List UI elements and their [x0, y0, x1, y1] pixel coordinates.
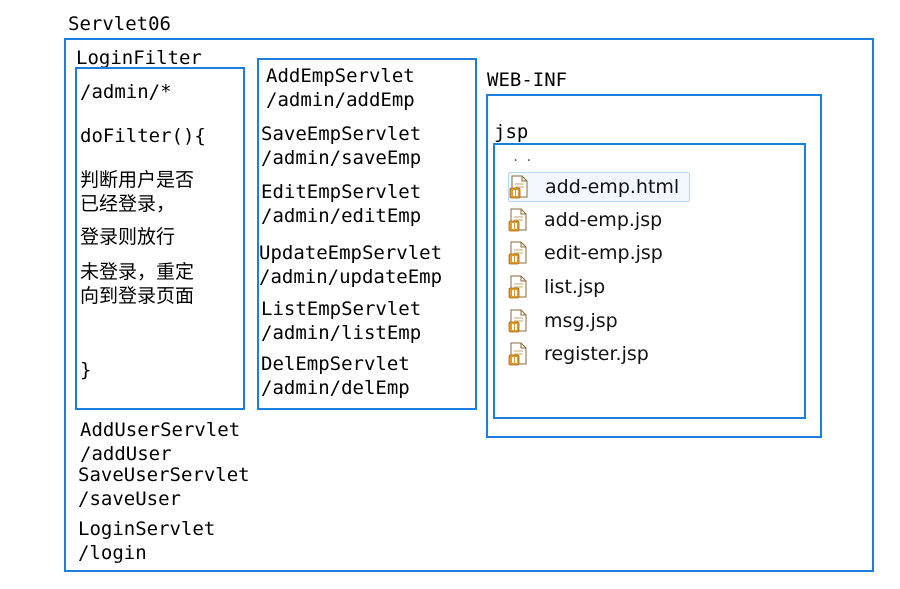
file-item[interactable]: edit-emp.jsp: [508, 239, 673, 267]
file-item[interactable]: list.jsp: [508, 273, 615, 301]
admin-servlet-name: UpdateEmpServlet: [259, 242, 443, 264]
jsp-file-icon: [508, 208, 530, 232]
public-servlet-name: AddUserServlet: [80, 419, 241, 441]
file-name: add-emp.html: [545, 176, 680, 198]
filter-desc3-line1: 未登录，重定: [80, 261, 195, 283]
public-servlet-path: /login: [78, 542, 147, 564]
admin-servlet-path: /admin/addEmp: [266, 89, 415, 111]
file-name: msg.jsp: [544, 310, 618, 332]
admin-servlet-path: /admin/listEmp: [261, 322, 422, 344]
jsp-file-icon: [508, 309, 530, 333]
admin-servlet-name: EditEmpServlet: [261, 181, 422, 203]
public-servlet-name: SaveUserServlet: [78, 464, 250, 486]
file-item[interactable]: add-emp.jsp: [508, 206, 672, 234]
admin-servlet-path: /admin/saveEmp: [261, 147, 422, 169]
jsp-file-icon: [508, 241, 530, 265]
jsp-file-icon: [508, 342, 530, 366]
jsp-file-icon: [508, 275, 530, 299]
public-servlet-path: /saveUser: [78, 488, 181, 510]
filter-desc1-line1: 判断用户是否: [80, 169, 195, 191]
file-item[interactable]: register.jsp: [508, 340, 659, 368]
html-file-icon: [509, 175, 531, 199]
webinf-label: WEB-INF: [487, 69, 568, 91]
admin-servlet-name: SaveEmpServlet: [261, 123, 422, 145]
admin-servlet-path: /admin/delEmp: [261, 377, 410, 399]
file-name: add-emp.jsp: [544, 209, 663, 231]
filter-desc2: 登录则放行: [80, 226, 176, 248]
admin-servlet-name: ListEmpServlet: [261, 298, 422, 320]
file-name: edit-emp.jsp: [544, 242, 663, 264]
admin-servlet-path: /admin/editEmp: [261, 205, 422, 227]
admin-servlet-path: /admin/updateEmp: [259, 266, 443, 288]
file-name: list.jsp: [544, 276, 606, 298]
admin-servlet-name: AddEmpServlet: [266, 65, 415, 87]
filter-mapping: /admin/*: [80, 81, 172, 103]
filter-closing-brace: }: [80, 359, 92, 381]
project-title: Servlet06: [68, 13, 171, 35]
filter-desc3-line2: 向到登录页面: [80, 285, 195, 307]
filter-method: doFilter(){: [80, 125, 206, 147]
jsp-folder-label: jsp: [494, 121, 529, 143]
public-servlet-name: LoginServlet: [78, 518, 216, 540]
filter-desc1-line2: 已经登录，: [80, 193, 176, 215]
truncated-marker: ..: [512, 150, 539, 164]
admin-servlet-name: DelEmpServlet: [261, 353, 410, 375]
file-item[interactable]: msg.jsp: [508, 307, 628, 335]
file-item[interactable]: add-emp.html: [508, 172, 691, 202]
file-name: register.jsp: [544, 343, 649, 365]
